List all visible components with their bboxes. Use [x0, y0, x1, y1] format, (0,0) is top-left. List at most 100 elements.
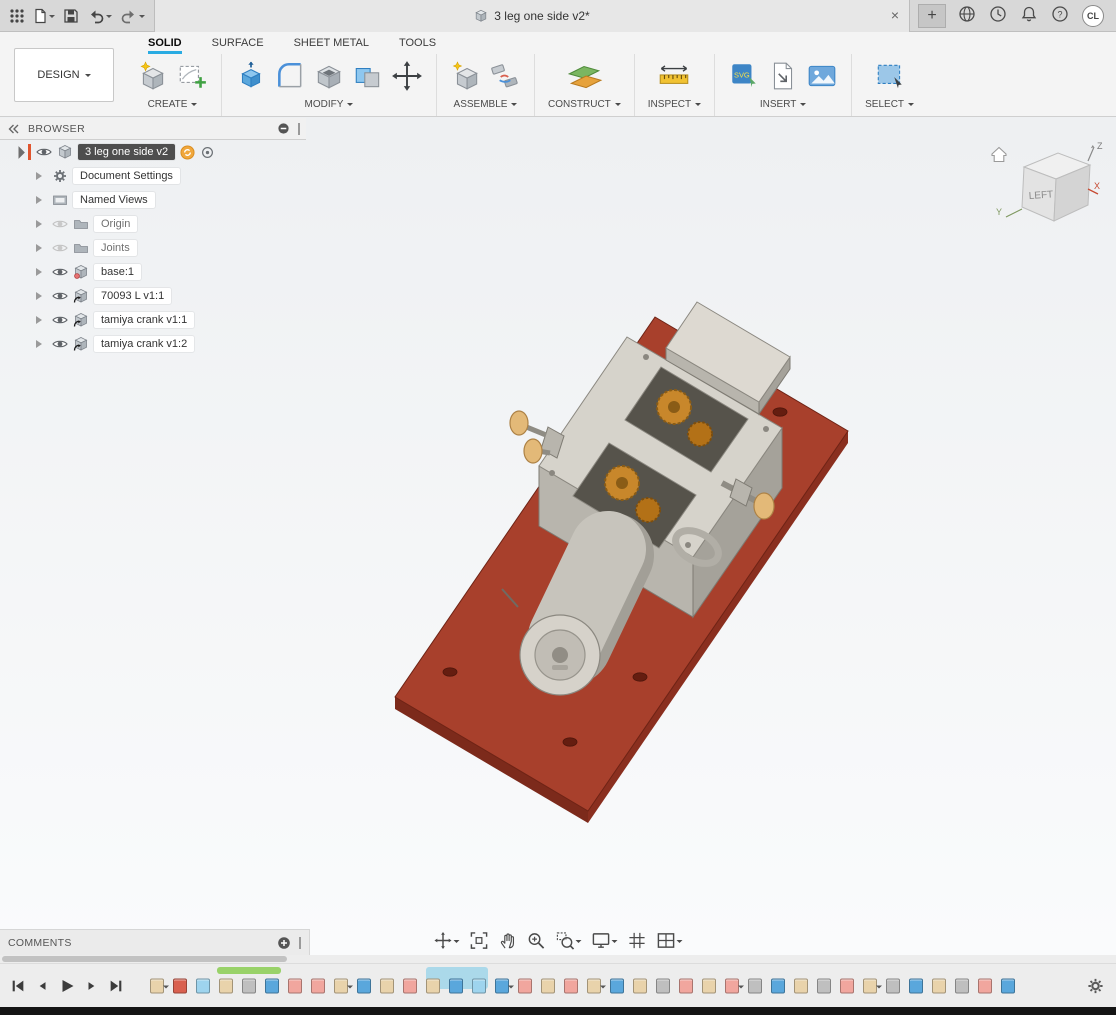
- timeline-feature-icon[interactable]: [449, 978, 463, 993]
- combine-icon[interactable]: [352, 60, 384, 92]
- timeline-feature-icon[interactable]: [840, 978, 854, 993]
- zoom-window-button[interactable]: [556, 931, 582, 950]
- panel-resize-grip[interactable]: [298, 123, 300, 135]
- browser-item-label[interactable]: tamiya crank v1:2: [94, 336, 194, 352]
- joint-icon[interactable]: [489, 60, 521, 92]
- timeline-feature-icon[interactable]: [702, 978, 716, 993]
- timeline-feature-icon[interactable]: [932, 978, 946, 993]
- expand-arrow-icon[interactable]: [36, 316, 46, 324]
- visibility-eye-icon[interactable]: [52, 313, 68, 327]
- timeline-feature-icon[interactable]: [196, 978, 210, 993]
- timeline-feature-icon[interactable]: [426, 978, 440, 993]
- expand-arrow-icon[interactable]: [36, 292, 46, 300]
- timeline-settings-gear-icon[interactable]: [1087, 977, 1104, 994]
- browser-item-joints[interactable]: Joints: [0, 236, 306, 260]
- viewports-button[interactable]: [657, 931, 683, 950]
- construct-plane-icon[interactable]: [564, 60, 604, 92]
- timeline-feature-icon[interactable]: [334, 978, 348, 993]
- timeline-feature-icon[interactable]: [633, 978, 647, 993]
- timeline-feature-icon[interactable]: [909, 978, 923, 993]
- pan-hand-button[interactable]: [499, 931, 517, 950]
- new-component-icon[interactable]: [450, 60, 482, 92]
- new-solid-icon[interactable]: [137, 60, 169, 92]
- group-modify-dropdown[interactable]: MODIFY: [305, 99, 354, 110]
- visibility-eye-off-icon[interactable]: [52, 217, 68, 231]
- browser-item-label[interactable]: Document Settings: [73, 168, 180, 184]
- timeline-feature-icon[interactable]: [357, 978, 371, 993]
- canvas-image-icon[interactable]: [806, 60, 838, 92]
- browser-item-label[interactable]: tamiya crank v1:1: [94, 312, 194, 328]
- measure-icon[interactable]: [656, 60, 692, 92]
- browser-item-named-views[interactable]: Named Views: [0, 188, 306, 212]
- activate-component-radio-icon[interactable]: [200, 145, 215, 160]
- insert-svg-icon[interactable]: SVG: [728, 60, 760, 92]
- expand-arrow-icon[interactable]: [36, 340, 46, 348]
- timeline-feature-icon[interactable]: [886, 978, 900, 993]
- collapse-panel-icon[interactable]: [6, 122, 20, 136]
- move-icon[interactable]: [391, 60, 423, 92]
- timeline-feature-icon[interactable]: [955, 978, 969, 993]
- select-window-icon[interactable]: [874, 60, 906, 92]
- group-create-dropdown[interactable]: CREATE: [148, 99, 198, 110]
- timeline-group-range[interactable]: [217, 967, 281, 974]
- browser-item-origin[interactable]: Origin: [0, 212, 306, 236]
- timeline-feature-icon[interactable]: [150, 978, 164, 993]
- home-icon[interactable]: [992, 148, 1006, 162]
- browser-item-label[interactable]: Named Views: [73, 192, 155, 208]
- zoom-button[interactable]: [527, 931, 546, 950]
- timeline-feature-icon[interactable]: [748, 978, 762, 993]
- group-construct-dropdown[interactable]: CONSTRUCT: [548, 99, 621, 110]
- visibility-eye-icon[interactable]: [52, 337, 68, 351]
- step-forward-button[interactable]: [85, 978, 99, 994]
- browser-item-base[interactable]: base:1: [0, 260, 306, 284]
- tab-sheet-metal[interactable]: SHEET METAL: [294, 37, 369, 54]
- browser-item-70093[interactable]: 70093 L v1:1: [0, 284, 306, 308]
- go-to-end-button[interactable]: [108, 978, 124, 994]
- shell-icon[interactable]: [313, 60, 345, 92]
- undo-button[interactable]: [84, 3, 115, 29]
- timeline-feature-icon[interactable]: [863, 978, 877, 993]
- extension-globe-icon[interactable]: [958, 5, 976, 26]
- notifications-bell-icon[interactable]: [1020, 5, 1038, 26]
- timeline-feature-icon[interactable]: [564, 978, 578, 993]
- go-to-start-button[interactable]: [10, 978, 26, 994]
- expand-arrow-icon[interactable]: [36, 268, 46, 276]
- browser-item-root[interactable]: 3 leg one side v2: [0, 140, 306, 164]
- grid-snaps-button[interactable]: [628, 931, 647, 950]
- update-available-badge-icon[interactable]: [180, 145, 195, 160]
- timeline-feature-icon[interactable]: [311, 978, 325, 993]
- play-button[interactable]: [58, 977, 76, 995]
- expand-arrow-icon[interactable]: [36, 244, 46, 252]
- scrollbar-thumb[interactable]: [2, 956, 287, 962]
- browser-item-label[interactable]: base:1: [94, 264, 141, 280]
- timeline-feature-icon[interactable]: [541, 978, 555, 993]
- timeline-feature-icon[interactable]: [679, 978, 693, 993]
- visibility-eye-icon[interactable]: [36, 145, 52, 159]
- timeline-feature-icon[interactable]: [978, 978, 992, 993]
- browser-item-tamiya-crank-1[interactable]: tamiya crank v1:1: [0, 308, 306, 332]
- timeline-feature-icon[interactable]: [495, 978, 509, 993]
- job-status-clock-icon[interactable]: [989, 5, 1007, 26]
- timeline-feature-icon[interactable]: [219, 978, 233, 993]
- document-tab[interactable]: 3 leg one side v2* ×: [154, 0, 910, 32]
- step-back-button[interactable]: [35, 978, 49, 994]
- timeline-feature-icon[interactable]: [265, 978, 279, 993]
- timeline-feature-icon[interactable]: [656, 978, 670, 993]
- save-button[interactable]: [60, 3, 82, 29]
- group-insert-dropdown[interactable]: INSERT: [760, 99, 807, 110]
- browser-item-label[interactable]: 3 leg one side v2: [78, 144, 175, 160]
- timeline-feature-icon[interactable]: [518, 978, 532, 993]
- press-pull-icon[interactable]: [235, 60, 267, 92]
- group-assemble-dropdown[interactable]: ASSEMBLE: [454, 99, 518, 110]
- group-inspect-dropdown[interactable]: INSPECT: [648, 99, 701, 110]
- close-tab-icon[interactable]: ×: [891, 7, 899, 23]
- display-settings-button[interactable]: [592, 931, 618, 950]
- help-icon[interactable]: ?: [1051, 5, 1069, 26]
- browser-item-label[interactable]: 70093 L v1:1: [94, 288, 171, 304]
- comments-resize-grip[interactable]: [299, 937, 301, 949]
- browser-item-document-settings[interactable]: Document Settings: [0, 164, 306, 188]
- timeline-feature-icon[interactable]: [472, 978, 486, 993]
- browser-item-tamiya-crank-2[interactable]: tamiya crank v1:2: [0, 332, 306, 356]
- visibility-eye-off-icon[interactable]: [52, 241, 68, 255]
- user-avatar[interactable]: CL: [1082, 5, 1104, 27]
